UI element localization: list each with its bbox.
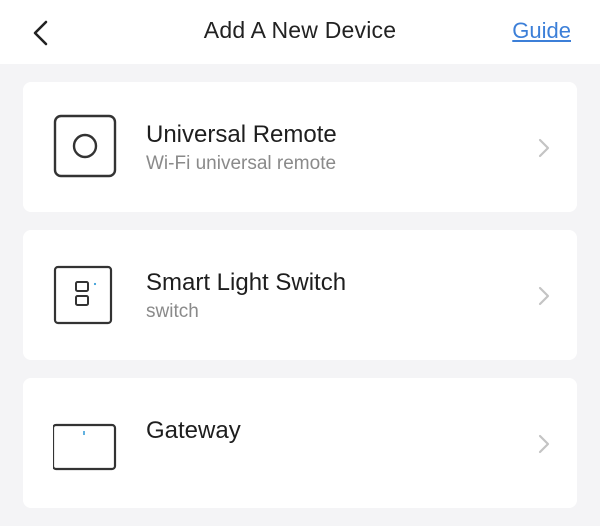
page-title: Add A New Device	[203, 17, 397, 43]
device-card-gateway[interactable]: Gateway	[23, 378, 577, 508]
device-title: Smart Light Switch	[146, 269, 347, 296]
guide-link[interactable]: Guide	[512, 18, 571, 44]
chevron-right-icon	[537, 285, 551, 307]
chevron-right-icon	[537, 433, 551, 455]
device-title: Universal Remote	[146, 121, 337, 148]
gateway-icon	[53, 410, 117, 474]
device-subtitle: Wi-Fi universal remote	[146, 153, 337, 174]
chevron-right-icon	[537, 137, 551, 159]
device-title: Gateway	[146, 417, 241, 444]
device-card-universal-remote[interactable]: Universal Remote Wi-Fi universal remote	[23, 82, 577, 212]
device-card-smart-light-switch[interactable]: Smart Light Switch switch	[23, 230, 577, 360]
device-subtitle: switch	[146, 301, 199, 322]
header-bar: Add A New Device Guide	[0, 0, 600, 64]
device-list: Universal Remote Wi-Fi universal remote …	[23, 82, 577, 526]
light-switch-icon	[53, 262, 117, 326]
universal-remote-icon	[53, 114, 117, 178]
